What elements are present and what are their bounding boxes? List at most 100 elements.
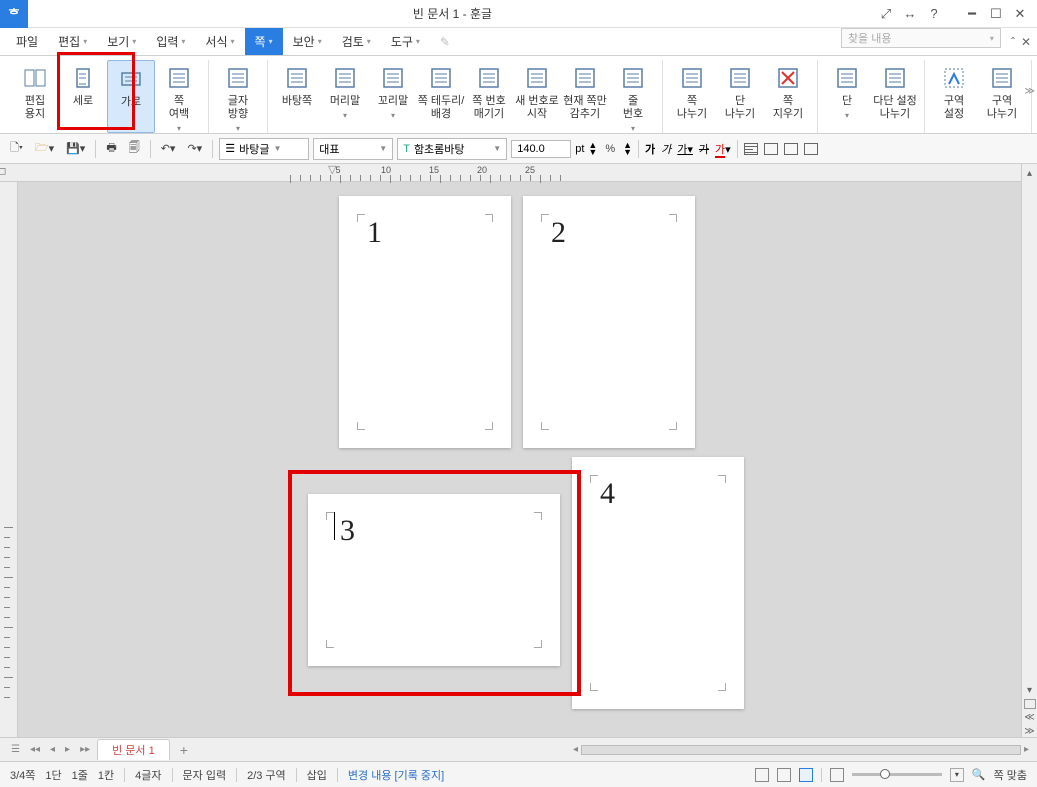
open-button[interactable]: 🗁▾ (31, 137, 58, 160)
ribbon-linenum[interactable]: 줄 번호▾ (609, 60, 657, 133)
strike-button[interactable]: 가 (699, 141, 709, 157)
style-combo[interactable]: ☰ 바탕글▼ (219, 138, 309, 160)
menu-보기[interactable]: 보기▾ (97, 28, 146, 55)
ribbon-text-dir[interactable]: 글자 방향▾ (214, 60, 262, 133)
zoom-dropdown[interactable]: ▾ (950, 768, 964, 782)
view-mode-1[interactable] (755, 768, 769, 782)
undo-button[interactable]: ↶▾ (157, 140, 180, 157)
underline-button[interactable]: 가▾ (677, 141, 693, 157)
horizontal-scrollbar[interactable]: ◂ ▸ (573, 744, 1029, 755)
document-tab[interactable]: 빈 문서 1 (97, 739, 170, 760)
ribbon-label: 글자 방향 (228, 95, 248, 121)
font-combo[interactable]: T 함초롬바탕▼ (397, 138, 507, 160)
menu-도구[interactable]: 도구▾ (381, 28, 430, 55)
vertical-scrollbar[interactable]: ▴ ▾ ≪ ≫ (1021, 164, 1037, 737)
zoom-slider[interactable] (852, 773, 942, 776)
ribbon-header[interactable]: 머리말▾ (321, 60, 369, 133)
menu-보안[interactable]: 보안▾ (283, 28, 332, 55)
percent-label: % (601, 141, 619, 157)
ribbon-footer[interactable]: 꼬리말▾ (369, 60, 417, 133)
ribbon-page-landscape[interactable]: 가로 (107, 60, 155, 133)
add-tab-button[interactable]: + (174, 742, 194, 758)
page-4[interactable]: 4 (572, 457, 744, 709)
scroll-up-icon[interactable]: ▴ (1027, 168, 1032, 179)
menu-파일[interactable]: 파일 (6, 28, 48, 55)
italic-button[interactable]: 가 (661, 141, 671, 157)
ribbon-close-icon[interactable]: ✕ (1021, 35, 1031, 49)
ribbon-multicol[interactable]: 다단 설정 나누기 (871, 60, 919, 133)
ribbon-pagebreak[interactable]: 쪽 나누기 (668, 60, 716, 133)
text-color-button[interactable]: 가▾ (715, 141, 731, 157)
bold-button[interactable]: 가 (645, 141, 655, 157)
column-icon (833, 64, 861, 92)
minimize-button[interactable]: ━ (963, 5, 981, 23)
scroll-down-icon[interactable]: ▾ (1027, 685, 1032, 696)
rep-combo[interactable]: 대표▼ (313, 138, 393, 160)
menu-extra-icon[interactable]: ✎ (430, 28, 460, 55)
ribbon-sectionbreak[interactable]: 구역 나누기 (978, 60, 1026, 133)
ribbon-collapse-icon[interactable]: ˆ (1011, 35, 1015, 49)
align-justify-button[interactable] (804, 143, 818, 155)
page-up-icon[interactable] (1024, 699, 1036, 709)
ribbon-hide[interactable]: 현재 쪽만 감추기 (561, 60, 609, 133)
align-left-button[interactable] (744, 143, 758, 155)
page-2[interactable]: 2 (523, 196, 695, 448)
tab-next-icon[interactable]: ▸ (62, 744, 73, 755)
ribbon-page-portrait[interactable]: 세로 (59, 60, 107, 133)
ribbon-page-dual[interactable]: 편집 용지 (11, 60, 59, 133)
page-landscape-icon (117, 65, 145, 93)
text-format-group: 가 가 가▾ 가 가▾ (645, 141, 731, 157)
view-mode-4[interactable] (830, 768, 844, 782)
ribbon-expand-icon[interactable]: ≫ (1025, 86, 1035, 97)
save-button[interactable]: 💾▾ (62, 140, 89, 157)
next-page-icon[interactable]: ≫ (1024, 726, 1034, 737)
pagebreak-icon (678, 64, 706, 92)
tab-prev-icon[interactable]: ◂ (47, 744, 58, 755)
ribbon-newnum[interactable]: 새 번호로 시작 (513, 60, 561, 133)
size-combo[interactable]: 140.0 (511, 140, 571, 158)
ribbon-label: 바탕쪽 (282, 95, 312, 108)
ribbon-pagenum[interactable]: 쪽 번호 매기기 (465, 60, 513, 133)
preview-button[interactable]: 🗐 (125, 137, 144, 160)
arrows-icon[interactable]: ↔ (901, 5, 919, 23)
ribbon-bg-page[interactable]: 바탕쪽 (273, 60, 321, 133)
document-title: 빈 문서 1 - 훈글 (28, 5, 877, 22)
redo-button[interactable]: ↷▾ (183, 140, 206, 157)
menu-서식[interactable]: 서식▾ (195, 28, 244, 55)
tab-menu-icon[interactable]: ☰ (8, 744, 23, 755)
close-button[interactable]: ✕ (1011, 5, 1029, 23)
ribbon-colbreak[interactable]: 단 나누기 (716, 60, 764, 133)
expand-icon[interactable]: ⤢ (877, 5, 895, 23)
menu-입력[interactable]: 입력▾ (146, 28, 195, 55)
new-doc-button[interactable]: 🗋▾ (6, 137, 27, 160)
zoom-fit-icon[interactable]: 🔍 (972, 768, 986, 781)
menu-검토[interactable]: 검토▾ (332, 28, 381, 55)
ribbon-page-margin[interactable]: 쪽 여백▾ (155, 60, 203, 133)
size-spinner[interactable]: ▲▼ (588, 142, 597, 156)
zoom-label[interactable]: 쪽 맞춤 (994, 767, 1027, 783)
ribbon-column[interactable]: 단▾ (823, 60, 871, 133)
align-center-button[interactable] (764, 143, 778, 155)
hscroll-left-icon[interactable]: ◂ (573, 744, 578, 755)
menu-편집[interactable]: 편집▾ (48, 28, 97, 55)
search-input[interactable]: 찾을 내용▾ (841, 28, 1001, 48)
page-1[interactable]: 1 (339, 196, 511, 448)
print-button[interactable]: 🖶 (102, 137, 120, 160)
status-change-tracking[interactable]: 변경 내용 [기록 중지] (348, 767, 444, 783)
ribbon-section[interactable]: 구역 설정 (930, 60, 978, 133)
section-icon (940, 64, 968, 92)
ribbon-border[interactable]: 쪽 테두리/ 배경 (417, 60, 465, 133)
tab-last-icon[interactable]: ▸▸ (77, 744, 93, 755)
tab-first-icon[interactable]: ◂◂ (27, 744, 43, 755)
maximize-button[interactable]: ☐ (987, 5, 1005, 23)
ribbon-pagedel[interactable]: 쪽 지우기 (764, 60, 812, 133)
prev-page-icon[interactable]: ≪ (1024, 712, 1034, 723)
help-icon[interactable]: ? (925, 5, 943, 23)
view-mode-2[interactable] (777, 768, 791, 782)
hscroll-right-icon[interactable]: ▸ (1024, 744, 1029, 755)
menu-쪽[interactable]: 쪽▾ (245, 28, 283, 55)
align-right-button[interactable] (784, 143, 798, 155)
pct-spinner[interactable]: ▲▼ (623, 142, 632, 156)
page-3[interactable]: 3 (308, 494, 560, 666)
view-mode-3[interactable] (799, 768, 813, 782)
